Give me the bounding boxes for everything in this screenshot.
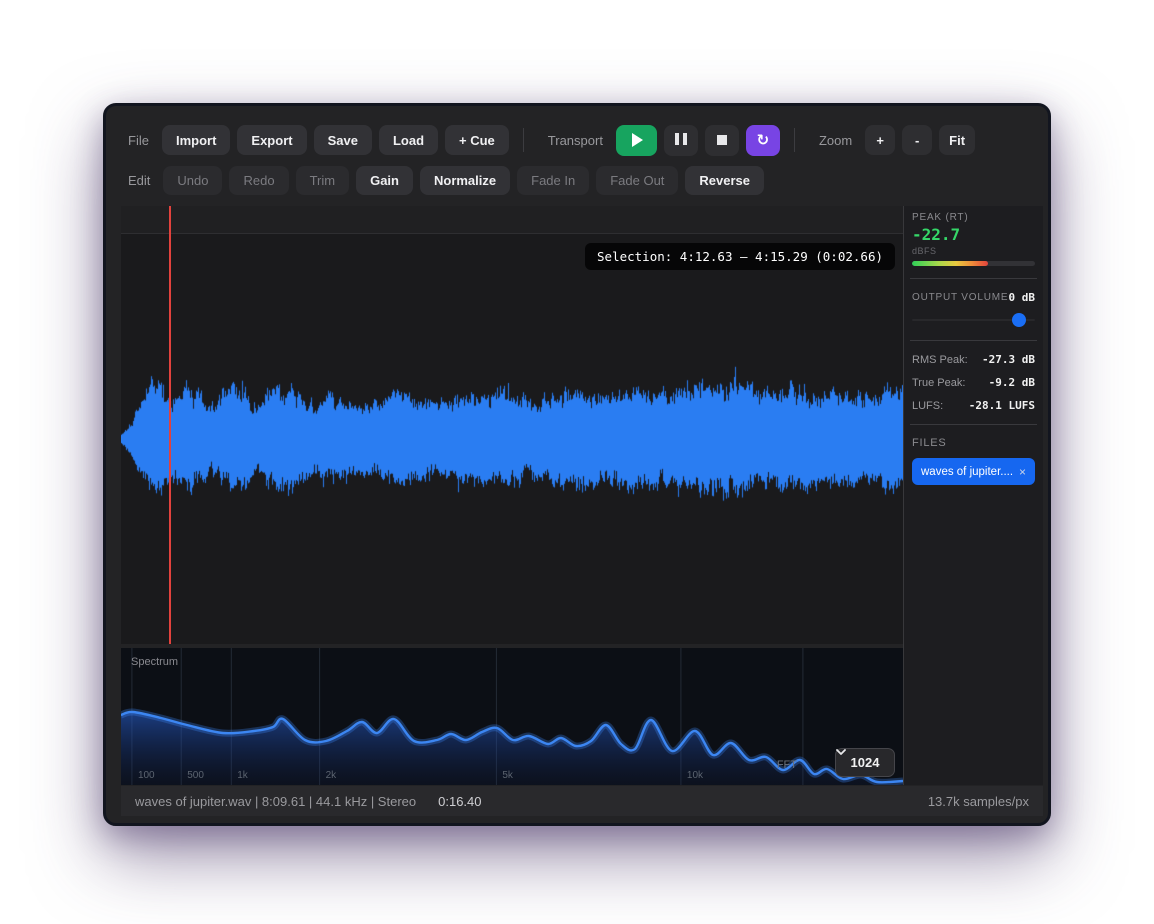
freq-tick-label: 5k bbox=[502, 770, 513, 781]
peak-unit: dBFS bbox=[912, 246, 1035, 256]
toolbar-divider bbox=[523, 128, 524, 152]
fft-label: FFT bbox=[777, 759, 797, 771]
stop-button[interactable] bbox=[705, 125, 739, 156]
waveform-canvas[interactable] bbox=[121, 234, 903, 644]
save-button[interactable]: Save bbox=[314, 125, 372, 155]
loop-icon: ↻ bbox=[757, 131, 770, 149]
chevron-down-icon bbox=[836, 749, 846, 755]
stat-row: LUFS: -28.1 LUFS bbox=[912, 399, 1035, 412]
divider bbox=[910, 340, 1037, 341]
add-cue-button[interactable]: + Cue bbox=[445, 125, 509, 155]
app-window: File Import Export Save Load + Cue Trans… bbox=[103, 103, 1051, 826]
fade-out-button[interactable]: Fade Out bbox=[596, 166, 678, 195]
load-button[interactable]: Load bbox=[379, 125, 438, 155]
toolbar-divider bbox=[794, 128, 795, 152]
zoom-in-button[interactable]: + bbox=[865, 125, 895, 155]
peak-meter-fill bbox=[912, 261, 988, 266]
stat-row: RMS Peak: -27.3 dB bbox=[912, 353, 1035, 366]
trim-button[interactable]: Trim bbox=[296, 166, 350, 195]
spectrum-title: Spectrum bbox=[131, 656, 178, 668]
fade-in-button[interactable]: Fade In bbox=[517, 166, 589, 195]
slider-thumb[interactable] bbox=[1012, 313, 1026, 327]
play-button[interactable] bbox=[616, 125, 657, 156]
status-bar: waves of jupiter.wav | 8:09.61 | 44.1 kH… bbox=[121, 786, 1043, 816]
close-icon[interactable]: × bbox=[1019, 465, 1026, 479]
timeline-ruler[interactable] bbox=[121, 206, 903, 234]
rms-peak-value: -27.3 dB bbox=[982, 353, 1035, 366]
stat-row: True Peak: -9.2 dB bbox=[912, 376, 1035, 389]
output-volume-label: OUTPUT VOLUME bbox=[912, 292, 1008, 303]
zoom-fit-button[interactable]: Fit bbox=[939, 125, 975, 155]
zoom-label: Zoom bbox=[819, 133, 852, 148]
true-peak-label: True Peak: bbox=[912, 377, 965, 389]
spectrum-panel: Spectrum FFT 1024 100 500 1k 2k 5k 10k bbox=[121, 648, 903, 785]
pause-icon bbox=[673, 133, 689, 148]
normalize-button[interactable]: Normalize bbox=[420, 166, 510, 195]
stop-icon bbox=[717, 135, 727, 145]
undo-button[interactable]: Undo bbox=[163, 166, 222, 195]
edit-toolbar-label: Edit bbox=[128, 173, 150, 188]
redo-button[interactable]: Redo bbox=[229, 166, 288, 195]
freq-tick-label: 100 bbox=[138, 770, 155, 781]
status-samples-per-px: 13.7k samples/px bbox=[928, 794, 1029, 809]
freq-tick-label: 10k bbox=[687, 770, 703, 781]
playhead[interactable] bbox=[169, 206, 171, 644]
peak-value: -22.7 bbox=[912, 225, 1035, 244]
selection-tooltip: Selection: 4:12.63 – 4:15.29 (0:02.66) bbox=[585, 243, 895, 270]
status-file-info: waves of jupiter.wav | 8:09.61 | 44.1 kH… bbox=[135, 794, 416, 809]
fft-size-select[interactable]: 1024 bbox=[835, 748, 895, 777]
file-chip[interactable]: waves of jupiter.... × bbox=[912, 458, 1035, 485]
meters-sidebar: PEAK (RT) -22.7 dBFS OUTPUT VOLUME 0 dB … bbox=[903, 206, 1043, 785]
export-button[interactable]: Export bbox=[237, 125, 306, 155]
freq-tick-label: 1k bbox=[237, 770, 248, 781]
fft-size-value: 1024 bbox=[851, 755, 880, 770]
lufs-label: LUFS: bbox=[912, 400, 943, 412]
play-icon bbox=[632, 133, 643, 147]
import-button[interactable]: Import bbox=[162, 125, 230, 155]
status-current-time: 0:16.40 bbox=[438, 794, 481, 809]
reverse-button[interactable]: Reverse bbox=[685, 166, 764, 195]
file-toolbar: File Import Export Save Load + Cue Trans… bbox=[118, 118, 1036, 162]
zoom-out-button[interactable]: - bbox=[902, 125, 932, 155]
edit-toolbar: Edit Undo Redo Trim Gain Normalize Fade … bbox=[118, 162, 1036, 198]
file-toolbar-label: File bbox=[128, 133, 149, 148]
output-volume-slider[interactable] bbox=[912, 312, 1035, 328]
lufs-value: -28.1 LUFS bbox=[969, 399, 1035, 412]
output-volume-value: 0 dB bbox=[1009, 291, 1036, 304]
gain-button[interactable]: Gain bbox=[356, 166, 413, 195]
freq-tick-label: 500 bbox=[187, 770, 204, 781]
divider bbox=[910, 278, 1037, 279]
freq-tick-label: 2k bbox=[326, 770, 337, 781]
loop-button[interactable]: ↻ bbox=[746, 125, 780, 156]
files-section-label: FILES bbox=[912, 437, 1035, 449]
file-chip-name: waves of jupiter.... bbox=[921, 466, 1013, 478]
rms-peak-label: RMS Peak: bbox=[912, 354, 968, 366]
peak-label: PEAK (RT) bbox=[912, 212, 1035, 223]
pause-button[interactable] bbox=[664, 125, 698, 156]
transport-label: Transport bbox=[548, 133, 603, 148]
true-peak-value: -9.2 dB bbox=[989, 376, 1035, 389]
divider bbox=[910, 424, 1037, 425]
peak-meter bbox=[912, 261, 1035, 266]
waveform-view[interactable]: Selection: 4:12.63 – 4:15.29 (0:02.66) bbox=[121, 234, 903, 644]
